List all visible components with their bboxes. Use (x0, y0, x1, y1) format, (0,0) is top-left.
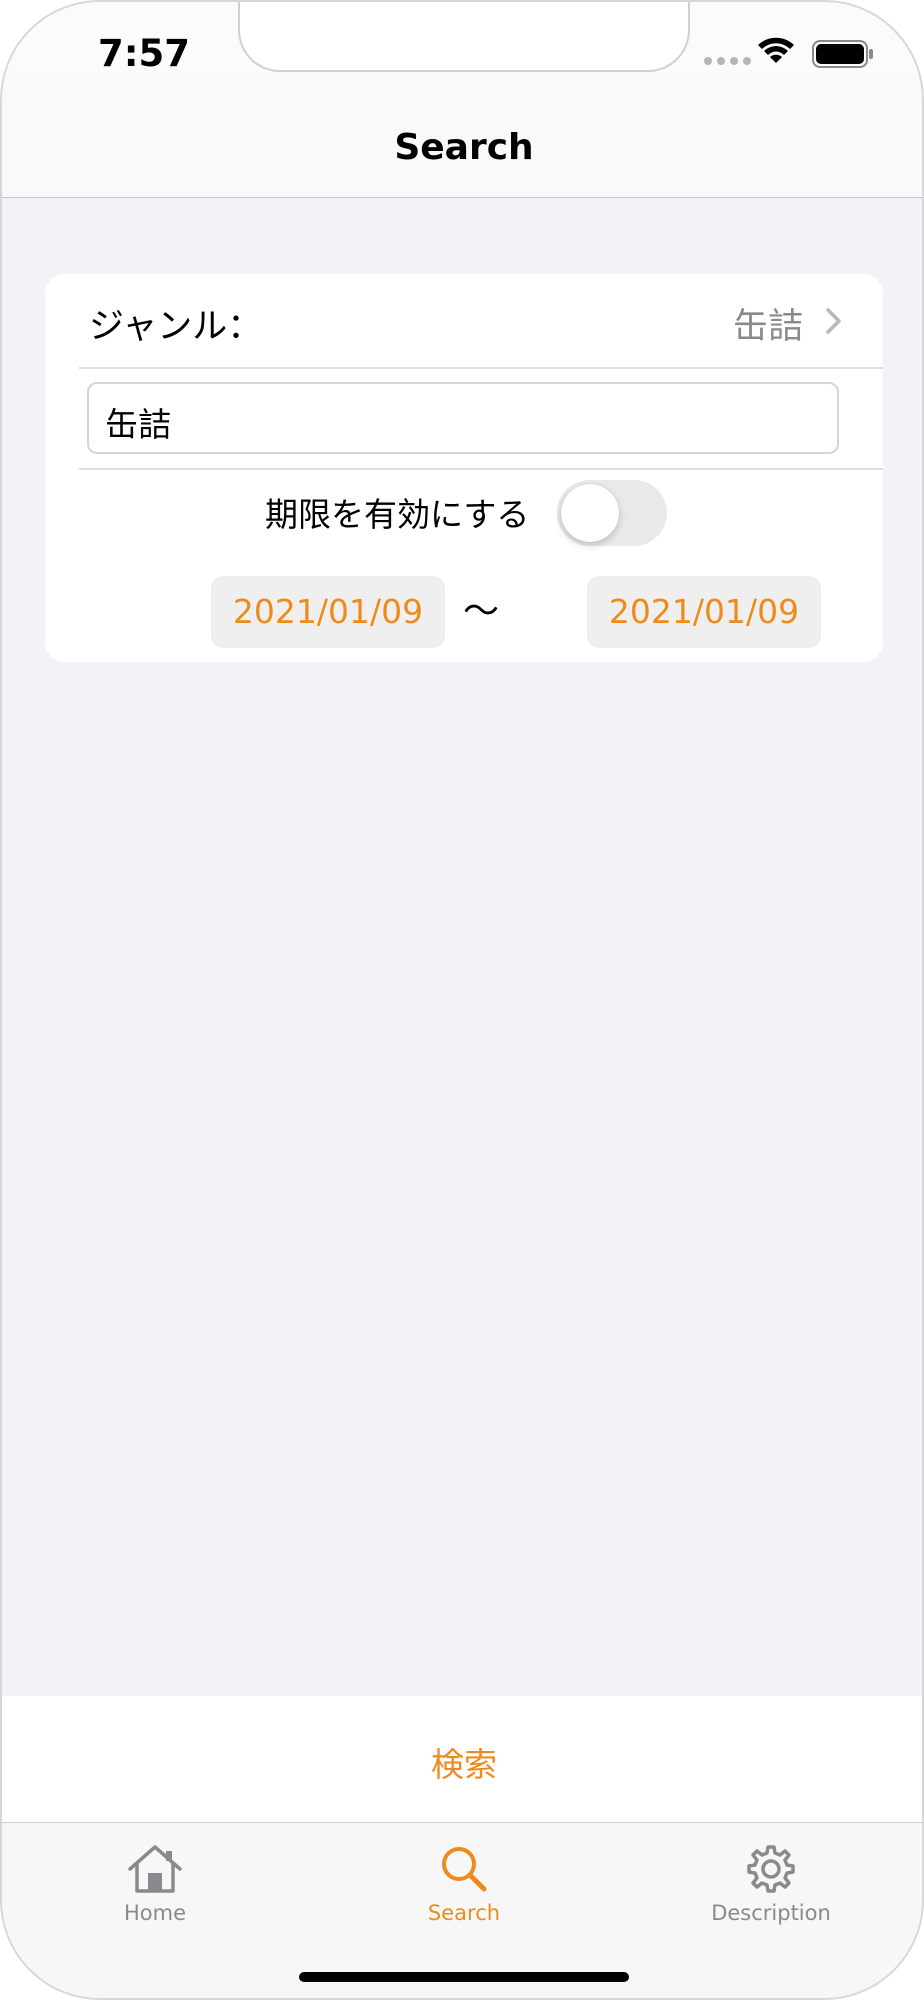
expiry-toggle-label: 期限を有効にする (265, 495, 530, 534)
tab-home-label: Home (123, 1901, 186, 1925)
chevron-right-icon (826, 308, 841, 334)
genre-value: 缶詰 (732, 307, 803, 347)
toggle-knob (561, 484, 619, 542)
genre-selector-row[interactable]: ジャンル： 缶詰 (45, 274, 883, 368)
gear-icon (747, 1845, 795, 1893)
divider (79, 367, 883, 369)
status-bar: 7:57 (2, 2, 922, 77)
date-from-picker[interactable]: 2021/01/09 (211, 576, 445, 648)
battery-icon (812, 40, 873, 68)
tab-search[interactable]: Search (374, 1843, 554, 1925)
tab-search-label: Search (427, 1901, 501, 1925)
home-indicator (299, 1972, 629, 1982)
genre-label: ジャンル： (89, 307, 263, 347)
cellular-signal-icon (704, 57, 751, 65)
navigation-bar: Search (2, 77, 922, 198)
app-screen: 7:57 Search ジャンル： 缶詰 缶詰 期限を有効にする 2021/01… (0, 0, 924, 2000)
divider (79, 468, 883, 470)
keyword-input[interactable]: 缶詰 (87, 382, 839, 454)
notch (238, 2, 690, 72)
house-icon (128, 1845, 182, 1893)
expiry-toggle-switch[interactable] (557, 480, 667, 546)
date-to-picker[interactable]: 2021/01/09 (587, 576, 821, 648)
search-action-bar: 検索 (2, 1696, 922, 1822)
tab-description-label: Description (711, 1901, 831, 1925)
tab-description[interactable]: Description (681, 1843, 861, 1925)
search-form-card: ジャンル： 缶詰 缶詰 期限を有効にする 2021/01/09 〜 2021/0… (45, 274, 883, 662)
tab-home[interactable]: Home (65, 1843, 245, 1925)
magnifyingglass-icon (442, 1847, 487, 1892)
expiry-toggle-row: 期限を有効にする (45, 474, 883, 546)
status-time: 7:57 (98, 32, 191, 75)
date-range-separator: 〜 (463, 591, 500, 632)
wifi-icon (758, 37, 794, 63)
page-title: Search (394, 127, 534, 168)
search-button[interactable]: 検索 (2, 1738, 922, 1786)
